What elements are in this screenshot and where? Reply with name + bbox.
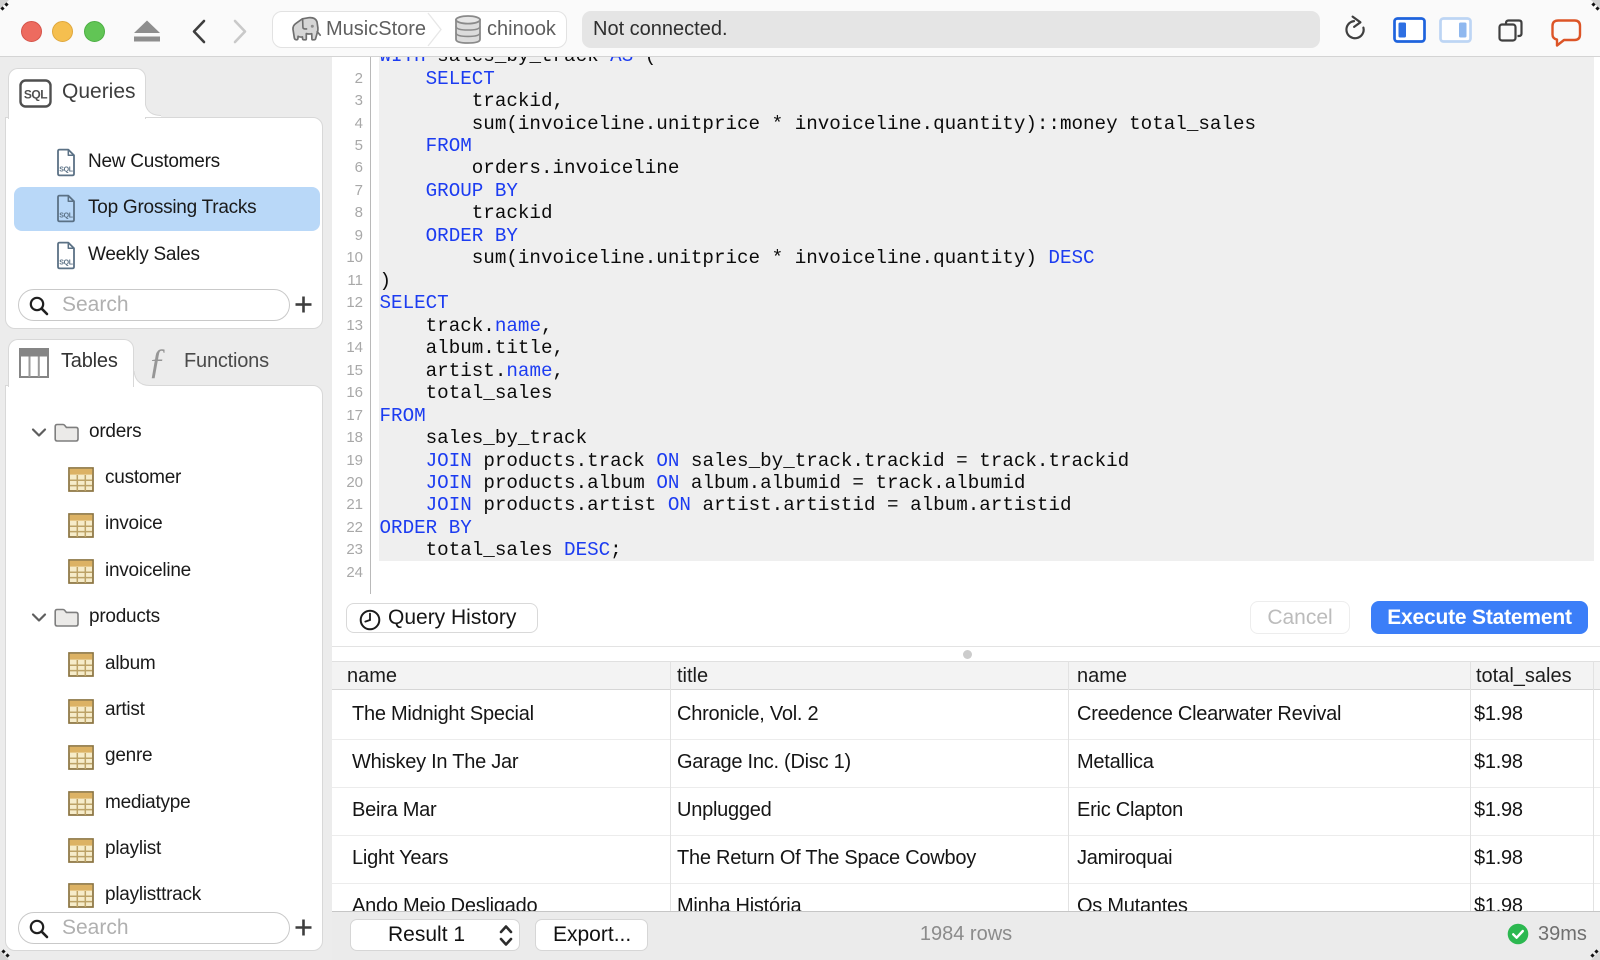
svg-text:SQL: SQL (59, 213, 74, 220)
svg-text:SQL: SQL (24, 88, 47, 102)
svg-text:SQL: SQL (59, 260, 74, 267)
svg-text:SQL: SQL (59, 167, 74, 174)
svg-text:ƒ: ƒ (148, 346, 166, 380)
